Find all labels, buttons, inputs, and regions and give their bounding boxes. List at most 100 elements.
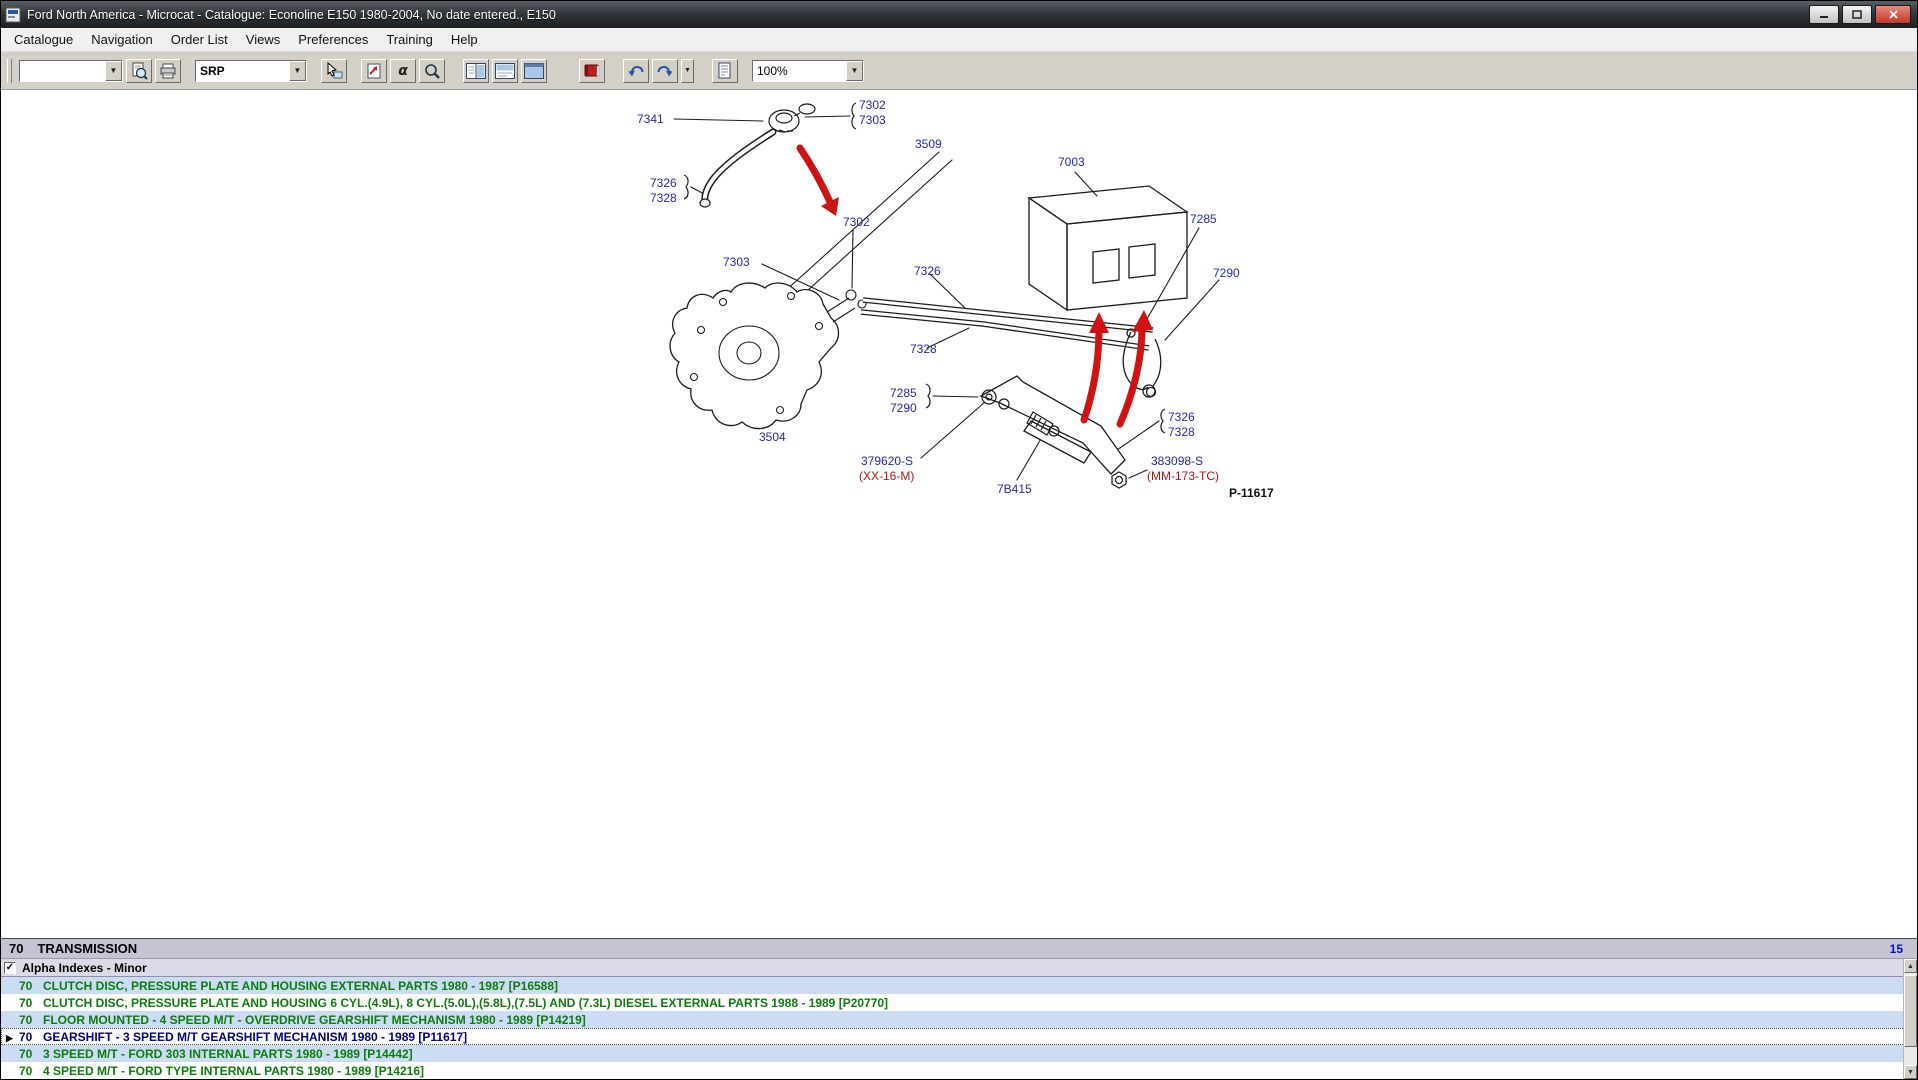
price-level-combo[interactable]: SRP ▼ [195, 60, 307, 82]
image-view-icon [495, 63, 515, 79]
index-row[interactable]: 70 CLUTCH DISC, PRESSURE PLATE AND HOUSI… [1, 977, 1917, 994]
part-callout[interactable]: 7290 [890, 401, 917, 415]
part-callout[interactable]: 7303 [859, 113, 886, 127]
index-row[interactable]: 70 GEARSHIFT - 3 SPEED M/T GEARSHIFT MEC… [1, 1028, 1917, 1045]
split-view-button[interactable] [463, 59, 489, 83]
undo-button[interactable] [623, 59, 649, 83]
list-view-icon [524, 63, 544, 79]
redo-dropdown-button[interactable]: ▼ [681, 59, 694, 83]
report-icon [717, 62, 733, 80]
vertical-scrollbar[interactable]: ▲ ▼ [1903, 959, 1917, 1079]
part-callout[interactable]: 7285 [890, 386, 917, 400]
row-title: 4 SPEED M/T - FORD TYPE INTERNAL PARTS 1… [43, 1064, 424, 1078]
row-marker-gutter [1, 1030, 19, 1044]
print-button[interactable] [155, 59, 181, 83]
menu-item[interactable]: Order List [162, 29, 237, 50]
part-callout[interactable]: 3509 [915, 137, 942, 151]
search-icon [423, 62, 441, 80]
order-book-button[interactable] [579, 59, 605, 83]
alpha-index-button[interactable]: α [390, 59, 416, 83]
zoom-combo[interactable]: 100% ▼ [752, 60, 864, 82]
toolbar-gripper[interactable] [7, 59, 12, 83]
part-callout[interactable]: 7290 [1213, 266, 1240, 280]
minimize-button[interactable] [1809, 5, 1839, 24]
close-icon [1889, 10, 1898, 19]
row-title: 3 SPEED M/T - FORD 303 INTERNAL PARTS 19… [43, 1047, 413, 1061]
part-callout[interactable]: 7B415 [997, 482, 1032, 496]
row-section-code: 70 [19, 996, 43, 1010]
menu-bar: CatalogueNavigationOrder ListViewsPrefer… [1, 28, 1917, 52]
row-title: FLOOR MOUNTED - 4 SPEED M/T - OVERDRIVE … [43, 1013, 586, 1027]
part-callout[interactable]: 7326 [914, 264, 941, 278]
scroll-up-button[interactable]: ▲ [1904, 959, 1917, 973]
part-callout[interactable]: 7302 [843, 215, 870, 229]
maximize-button[interactable] [1842, 5, 1872, 24]
part-callout[interactable]: 7326 [1168, 410, 1195, 424]
part-callout[interactable]: P-11617 [1229, 486, 1274, 500]
alpha-index-filter-row[interactable]: ✓ Alpha Indexes - Minor [1, 959, 1917, 977]
alpha-index-icon: α [398, 64, 408, 78]
part-callout[interactable]: 7326 [650, 176, 677, 190]
print-preview-icon [130, 62, 148, 80]
index-row[interactable]: 70 CLUTCH DISC, PRESSURE PLATE AND HOUSI… [1, 994, 1917, 1011]
close-button[interactable] [1875, 5, 1911, 24]
report-button[interactable] [712, 59, 738, 83]
part-callout[interactable]: 379620-S [861, 454, 913, 468]
pointer-tool-button[interactable] [321, 59, 347, 83]
zoom-combo-value: 100% [753, 61, 846, 81]
chevron-down-icon[interactable]: ▼ [105, 61, 122, 81]
image-view-button[interactable] [492, 59, 518, 83]
section-code: 70 [9, 941, 23, 956]
part-callout[interactable]: 7003 [1058, 155, 1085, 169]
menu-item[interactable]: Views [237, 29, 289, 50]
menu-item[interactable]: Preferences [289, 29, 377, 50]
item-count: 15 [1890, 942, 1903, 956]
scroll-track[interactable] [1904, 973, 1917, 1065]
part-callout[interactable]: 7328 [910, 342, 937, 356]
part-callout[interactable]: 7303 [723, 255, 750, 269]
vehicle-combo[interactable]: ▼ [19, 60, 123, 82]
part-callout[interactable]: 7341 [637, 112, 664, 126]
part-callout[interactable]: 3504 [759, 430, 786, 444]
part-callout[interactable]: (XX-16-M) [859, 469, 914, 483]
filter-label: Alpha Indexes - Minor [22, 961, 147, 975]
price-level-value: SRP [196, 61, 289, 81]
order-book-icon [583, 63, 601, 79]
redo-icon [656, 63, 674, 79]
diagram-viewport[interactable]: 7341730273033509700373267328730273037326… [1, 90, 1917, 938]
alpha-index-checkbox[interactable]: ✓ [4, 962, 16, 974]
row-section-code: 70 [19, 1064, 43, 1078]
index-row[interactable]: 70 4 SPEED M/T - FORD TYPE INTERNAL PART… [1, 1062, 1917, 1079]
section-header: 70 TRANSMISSION 15 [1, 939, 1917, 959]
part-callouts-layer: 7341730273033509700373267328730273037326… [1, 90, 1917, 938]
maximize-icon [1852, 10, 1862, 19]
part-callout[interactable]: 383098-S [1151, 454, 1203, 468]
split-view-icon [466, 63, 486, 79]
menu-item[interactable]: Navigation [82, 29, 161, 50]
menu-item[interactable]: Training [377, 29, 441, 50]
print-preview-button[interactable] [126, 59, 152, 83]
index-row[interactable]: 70 FLOOR MOUNTED - 4 SPEED M/T - OVERDRI… [1, 1011, 1917, 1028]
scroll-down-button[interactable]: ▼ [1904, 1065, 1917, 1079]
menu-item[interactable]: Catalogue [5, 29, 82, 50]
minimize-icon [1819, 10, 1829, 19]
part-callout[interactable]: 7285 [1190, 212, 1217, 226]
window-title: Ford North America - Microcat - Catalogu… [27, 8, 556, 22]
row-title: CLUTCH DISC, PRESSURE PLATE AND HOUSING … [43, 996, 888, 1010]
part-callout[interactable]: 7328 [1168, 425, 1195, 439]
chevron-down-icon[interactable]: ▼ [289, 61, 306, 81]
index-row[interactable]: 70 3 SPEED M/T - FORD 303 INTERNAL PARTS… [1, 1045, 1917, 1062]
graphical-index-button[interactable] [361, 59, 387, 83]
part-callout[interactable]: (MM-173-TC) [1147, 469, 1219, 483]
search-button[interactable] [419, 59, 445, 83]
row-section-code: 70 [19, 1047, 43, 1061]
part-callout[interactable]: 7328 [650, 191, 677, 205]
toolbar: ▼ SRP ▼ [1, 52, 1917, 90]
vehicle-combo-value [20, 61, 105, 81]
redo-button[interactable] [652, 59, 678, 83]
menu-item[interactable]: Help [442, 29, 487, 50]
list-view-button[interactable] [521, 59, 547, 83]
part-callout[interactable]: 7302 [859, 98, 886, 112]
scroll-thumb[interactable] [1904, 975, 1917, 1047]
chevron-down-icon[interactable]: ▼ [846, 61, 863, 81]
